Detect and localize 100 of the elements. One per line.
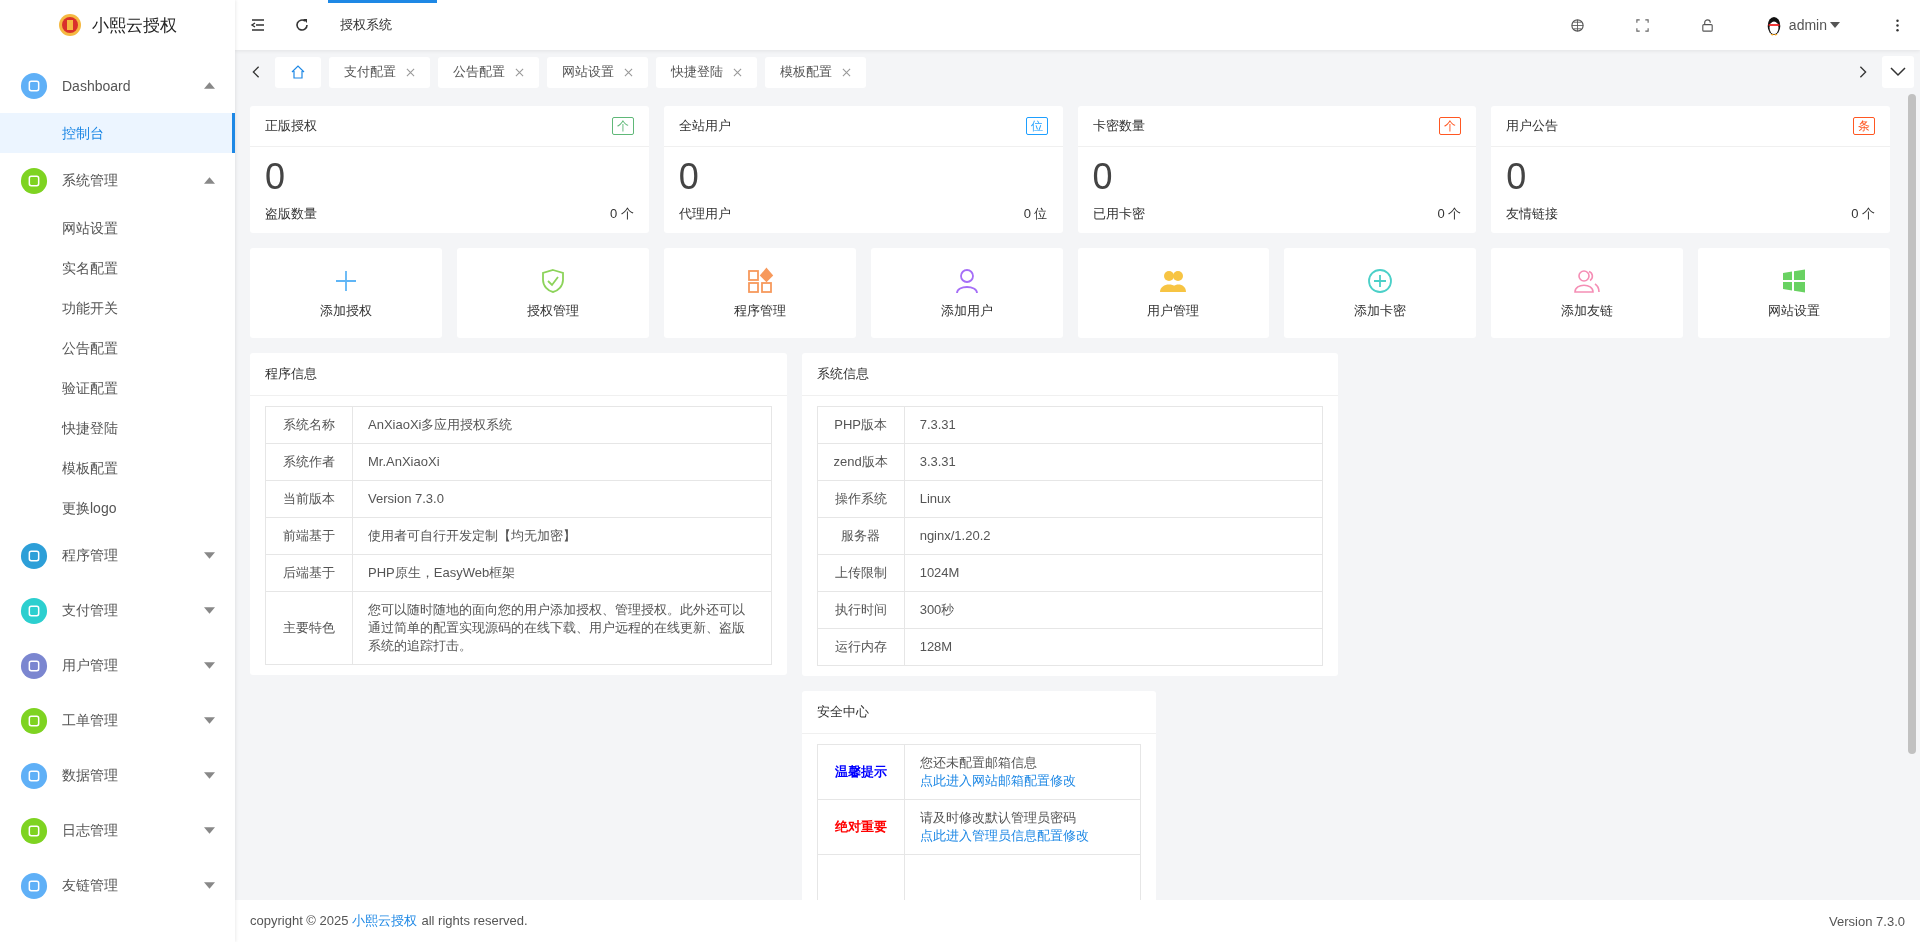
table-cell: Version 7.3.0 [352,480,772,518]
table-cell: 前端基于 [265,517,353,555]
config-link[interactable]: 点此进入管理员信息配置修改 [919,828,1089,843]
panel-title: 系统信息 [801,353,1339,396]
stat-value: 0 [678,155,700,199]
table-cell: nginx/1.20.2 [904,517,1323,555]
notice-text: 您还未配置邮箱信息 [919,755,1037,770]
config-link[interactable]: 点此进入网站邮箱配置修改 [919,773,1076,788]
table-cell: 后端基于 [265,554,353,592]
refresh-icon[interactable] [294,17,310,33]
shortcut-tile[interactable]: 添加卡密 [1284,248,1477,338]
user-menu[interactable]: admin [1764,14,1840,36]
sidebar-subitem[interactable]: 模板配置 [0,448,235,488]
sidebar-item[interactable]: 友链管理 [0,858,235,913]
unit-badge: 位 [1025,117,1048,135]
notice-text: 请及时修改默认管理员密码 [919,810,1076,825]
table-cell: 温馨提示 [817,744,905,800]
logo-icon [58,13,82,37]
stat-sub-value: 0 个 [1437,205,1462,223]
table-cell: 服务器 [817,517,905,555]
stat-title: 用户公告 [1506,117,1559,135]
sidebar-item[interactable]: 支付管理 [0,583,235,638]
table-cell: 执行时间 [817,591,905,629]
sidebar-subitem[interactable]: 快捷登陆 [0,408,235,448]
sidebar-item[interactable]: Dashboard [0,58,235,113]
shortcut-tile[interactable]: 添加友链 [1491,248,1684,338]
table-cell: AnXiaoXi多应用授权系统 [352,406,772,444]
close-icon[interactable] [515,67,524,77]
table-cell: 当前版本 [265,480,353,518]
table-cell: 7.3.31 [904,406,1323,444]
close-icon[interactable] [842,67,851,77]
copyright-text: all rights reserved. [421,913,528,928]
home-tab[interactable] [275,56,321,88]
page-tab[interactable]: 支付配置 [329,56,430,88]
collapse-menu-icon[interactable] [250,17,266,33]
stat-sub-label: 友情链接 [1506,205,1559,223]
caret-icon [204,882,215,889]
stat-sub-value: 0 位 [1023,205,1048,223]
sidebar-item[interactable]: 用户管理 [0,638,235,693]
fullscreen-icon[interactable] [1634,17,1650,33]
sidebar-subitem[interactable]: 验证配置 [0,368,235,408]
shortcut-tile[interactable]: 添加授权 [250,248,442,338]
page-tab[interactable]: 快捷登陆 [656,56,757,88]
caret-icon [1830,22,1840,28]
close-icon[interactable] [406,67,415,77]
brand-link[interactable]: 小熙云授权 [352,913,418,928]
table-cell: 您可以随时随地的面向您的用户添加授权、管理授权。此外还可以通过简单的配置实现源码的在线下载、用户远程的在线更新、盗版系统的追踪打击。 [352,591,772,665]
table-cell: 3.3.31 [904,443,1323,481]
sidebar-subitem[interactable]: 功能开关 [0,288,235,328]
sidebar-item[interactable]: 日志管理 [0,803,235,858]
stat-value: 0 [1506,155,1528,199]
table-cell: 系统名称 [265,406,353,444]
scroll-left-icon[interactable] [251,65,261,79]
shortcut-tile[interactable]: 网站设置 [1698,248,1890,338]
nav-tab[interactable]: 授权系统 [328,0,437,50]
close-icon[interactable] [733,67,742,77]
table-cell: zend版本 [817,443,905,481]
table-cell: 使用者可自行开发定制【均无加密】 [352,517,772,555]
page-tab[interactable]: 公告配置 [438,56,539,88]
lock-icon[interactable] [1699,17,1715,33]
stat-sub-label: 盗版数量 [265,205,317,223]
sidebar-item[interactable]: 系统管理 [0,153,235,208]
globe-icon[interactable] [1569,17,1585,33]
table-cell: 300秒 [904,591,1323,629]
close-icon[interactable] [624,67,633,77]
caret-icon [204,717,215,724]
sidebar-item[interactable]: 工单管理 [0,693,235,748]
page-tab[interactable]: 模板配置 [765,56,866,88]
stat-value: 0 [265,155,287,199]
shortcut-tile[interactable]: 程序管理 [663,248,856,338]
shortcut-tile[interactable]: 用户管理 [1077,248,1270,338]
caret-icon [204,772,215,779]
caret-icon [204,82,215,89]
page-tab[interactable]: 网站设置 [547,56,648,88]
table-cell: 运行内存 [817,628,905,666]
shortcut-tile[interactable]: 添加用户 [870,248,1063,338]
brand-name: 小熙云授权 [92,14,177,37]
stat-title: 正版授权 [265,117,317,135]
scrollbar[interactable] [1908,94,1916,754]
sidebar-item[interactable]: 程序管理 [0,528,235,583]
sidebar-subitem[interactable]: 公告配置 [0,328,235,368]
stat-sub-label: 代理用户 [678,205,731,223]
caret-icon [204,607,215,614]
table-cell: PHP版本 [817,406,905,444]
copyright-text: copyright © 2025 [250,913,349,928]
table-cell: Linux [904,480,1323,518]
stat-sub-value: 0 个 [609,205,634,223]
caret-icon [204,662,215,669]
unit-badge: 条 [1853,117,1875,135]
sidebar-subitem[interactable]: 更换logo [0,488,235,528]
scroll-right-icon[interactable] [1858,65,1868,79]
table-cell: PHP原生，EasyWeb框架 [352,554,772,592]
sidebar-item[interactable]: 数据管理 [0,748,235,803]
shortcut-tile[interactable]: 授权管理 [456,248,649,338]
sidebar-subitem[interactable]: 实名配置 [0,248,235,288]
table-cell: 系统作者 [265,443,353,481]
tabs-dropdown-button[interactable] [1882,56,1914,88]
sidebar-subitem[interactable]: 网站设置 [0,208,235,248]
chevron-down-icon [1890,67,1906,77]
stat-sub-label: 已用卡密 [1092,205,1145,223]
